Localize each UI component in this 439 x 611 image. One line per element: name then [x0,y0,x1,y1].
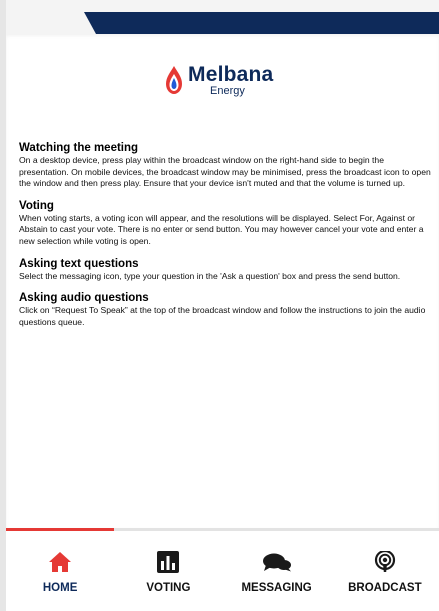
app-page: Melbana Energy Watching the meeting On a… [0,0,439,611]
section-title: Asking text questions [19,257,139,270]
brand-name: Melbana [188,62,274,86]
brand-logo: Melbana Energy [164,56,294,104]
instructions: Watching the meeting On a desktop device… [19,142,434,338]
section-title: Watching the meeting [19,142,139,154]
voting-icon [157,551,180,573]
section-watching: Watching the meeting On a desktop device… [19,142,434,190]
section-title: Asking audio questions [19,292,149,305]
nav-label: VOTING [146,582,191,594]
nav-broadcast[interactable]: BROADCAST [331,531,439,611]
section-body: On a desktop device, press play within t… [19,155,431,189]
main-content[interactable]: Melbana Energy Watching the meeting On a… [6,34,439,528]
section-title: Voting [19,199,54,212]
section-body: Select the messaging icon, type your que… [19,270,401,281]
nav-label: HOME [42,582,78,594]
section-voting: Voting When voting starts, a voting icon… [19,200,434,248]
flame-drop-icon [166,66,182,94]
section-audio-questions: Asking audio questions Click on “Request… [19,292,434,328]
nav-label: MESSAGING [241,582,312,594]
nav-label: BROADCAST [348,582,422,594]
nav-messaging[interactable]: MESSAGING [223,531,331,611]
top-banner [6,0,439,34]
section-body: When voting starts, a voting icon will a… [19,212,424,246]
nav-voting[interactable]: VOTING [114,531,222,611]
broadcast-icon [374,551,395,572]
home-icon [49,552,72,572]
section-text-questions: Asking text questions Select the messagi… [19,258,434,283]
bottom-nav: HOME VOTING MESSAGING BROADCAST [6,531,439,611]
section-body: Click on “Request To Speak” at the top o… [19,305,426,327]
brand-sub: Energy [210,84,245,97]
banner-stripe [84,12,439,34]
messaging-icon [262,553,291,572]
nav-home[interactable]: HOME [6,531,114,611]
